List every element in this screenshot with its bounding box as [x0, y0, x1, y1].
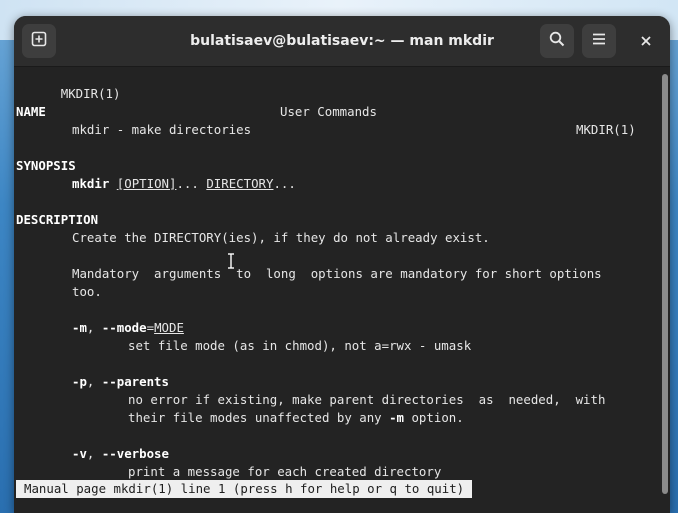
terminal-window: bulatisaev@bulatisaev:~ — man mkdir MKDI… — [14, 16, 670, 513]
synopsis-ellipsis: ... — [273, 176, 296, 191]
close-button[interactable] — [634, 29, 658, 53]
option-flag: -m — [72, 320, 87, 335]
option-long: --parents — [101, 374, 169, 389]
option-argument: MODE — [154, 320, 184, 335]
option-description: their file modes unaffected by any -m op… — [128, 409, 464, 427]
section-heading-description: DESCRIPTION — [16, 212, 99, 227]
option-description: no error if existing, make parent direct… — [128, 392, 606, 407]
man-header-left: MKDIR(1) — [60, 86, 121, 101]
option-description: print a message for each created directo… — [128, 464, 442, 479]
new-tab-icon — [31, 31, 47, 51]
section-heading-name: NAME — [16, 104, 46, 119]
header-bar: bulatisaev@bulatisaev:~ — man mkdir — [14, 16, 670, 67]
description-text: too. — [72, 284, 102, 299]
option-parents-line: -p, --parents — [72, 373, 169, 391]
option-separator: , — [86, 374, 102, 389]
scrollbar-thumb[interactable] — [662, 74, 668, 494]
search-icon — [549, 31, 565, 51]
option-equals: = — [146, 320, 155, 335]
man-header-right: MKDIR(1) — [576, 122, 636, 137]
window-title: bulatisaev@bulatisaev:~ — man mkdir — [190, 33, 494, 49]
man-header-center: User Commands — [280, 104, 377, 119]
option-description: set file mode (as in chmod), not a=rwx -… — [128, 338, 472, 353]
option-long: --mode — [101, 320, 147, 335]
synopsis-command: mkdir — [72, 176, 110, 191]
pager-status-line: Manual page mkdir(1) line 1 (press h for… — [16, 480, 473, 498]
description-flag: -m — [389, 410, 405, 425]
synopsis-line: mkdir [OPTION]... DIRECTORY... — [72, 175, 296, 193]
option-separator: , — [86, 320, 102, 335]
option-flag: -v — [72, 446, 87, 461]
synopsis-directory: DIRECTORY — [206, 176, 274, 191]
search-button[interactable] — [540, 24, 574, 58]
option-mode-line: -m, --mode=MODE — [72, 319, 184, 337]
option-separator: , — [86, 446, 102, 461]
text-cursor-icon — [182, 235, 234, 269]
description-fragment: option. — [404, 410, 464, 425]
option-verbose-line: -v, --verbose — [72, 445, 169, 463]
synopsis-ellipsis: ... — [176, 176, 199, 191]
man-header-line: MKDIR(1) User Commands MKDIR(1) — [16, 67, 656, 137]
main-menu-button[interactable] — [582, 24, 616, 58]
description-text: Create the DIRECTORY(ies), if they do no… — [72, 230, 490, 245]
option-long: --verbose — [101, 446, 169, 461]
terminal-content[interactable]: MKDIR(1) User Commands MKDIR(1) NAME mkd… — [14, 67, 660, 513]
name-text: mkdir - make directories — [72, 122, 252, 137]
option-flag: -p — [72, 374, 87, 389]
new-tab-button[interactable] — [22, 24, 56, 58]
close-icon — [640, 32, 652, 51]
section-heading-synopsis: SYNOPSIS — [16, 158, 76, 173]
hamburger-menu-icon — [591, 31, 607, 51]
description-text: Mandatory arguments to long options are … — [72, 266, 602, 281]
description-fragment: their file modes unaffected by any — [128, 410, 390, 425]
synopsis-option: [OPTION] — [116, 176, 177, 191]
vertical-scrollbar[interactable] — [660, 68, 670, 513]
